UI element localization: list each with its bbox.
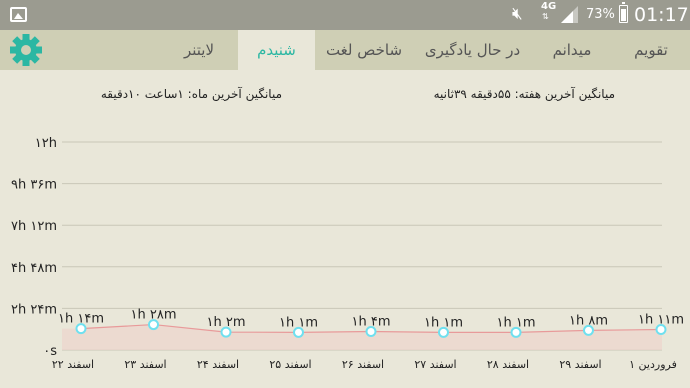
data-label: ۱h ۴m [352,315,391,330]
gallery-icon [10,7,27,22]
signal-icon [561,6,578,23]
data-label: ۱h ۱۴m [58,312,104,327]
x-tick-label: ۲۹ اسفند [559,358,601,371]
tab-known[interactable]: میدانم [532,30,612,70]
x-tick-label: ۲۶ اسفند [342,358,384,371]
clock: 01:17 [634,4,689,26]
x-tick-label: ۲۸ اسفند [487,358,529,371]
battery-percent: 73% [586,7,615,22]
tab-word-index[interactable]: شاخص لغت [315,30,413,70]
line-chart: ۰s ۲h ۲۴m ۴h ۴۸m ۷h ۱۲m ۹h ۳۶m ۱۲h ۱h ۱۴m ۱h ۲۸… [11,136,684,371]
x-tick-label: ۲۵ اسفند [269,358,311,371]
week-average: میانگین آخرین هفته: ۵۵دقیقه ۳۹ثانیه [433,87,615,101]
y-tick-label: ۹h ۳۶m [11,178,57,193]
x-tick-label: ۲۴ اسفند [197,358,239,371]
data-arrows-icon: ⇅ [542,12,549,21]
battery-icon [619,2,628,23]
tab-learning[interactable]: در حال یادگیری [413,30,532,70]
data-label: ۱h ۲m [207,315,246,330]
battery-level [621,9,626,21]
status-bar: 🔇︎ 4G ⇅ 73% 01:17 [0,0,690,30]
data-label: ۱h ۱۱m [638,312,684,327]
y-tick-label: ۱۲h [35,136,57,151]
data-label: ۱h ۱m [279,315,318,330]
data-label: ۱h ۱m [497,315,536,330]
y-tick-label: ۲h ۲۴m [11,302,57,317]
x-tick-label: ۲۷ اسفند [414,358,456,371]
gear-icon[interactable] [9,33,43,67]
tab-calendar[interactable]: تقویم [612,30,690,70]
x-tick-label: ۱ فروردین [629,358,677,371]
x-tick-label: ۲۳ اسفند [124,358,166,371]
data-label: ۱h ۸m [569,313,608,328]
tab-heard[interactable]: شنیدم [238,30,315,70]
tab-bar: تقویم میدانم در حال یادگیری شاخص لغت شنی… [0,30,690,70]
y-tick-label: ۷h ۱۲m [11,219,57,234]
month-average: میانگین آخرین ماه: ۱ساعت ۱۰دقیقه [100,87,282,101]
x-tick-label: ۲۲ اسفند [52,358,94,371]
data-label: ۱h ۲۸m [131,308,177,323]
data-label: ۱h ۱m [424,315,463,330]
tab-leitner[interactable]: لایتنر [160,30,238,70]
network-type: 4G [541,1,557,12]
y-tick-label: ۰s [43,344,57,359]
y-tick-label: ۴h ۴۸m [11,261,57,276]
mute-icon: 🔇︎ [512,4,523,24]
